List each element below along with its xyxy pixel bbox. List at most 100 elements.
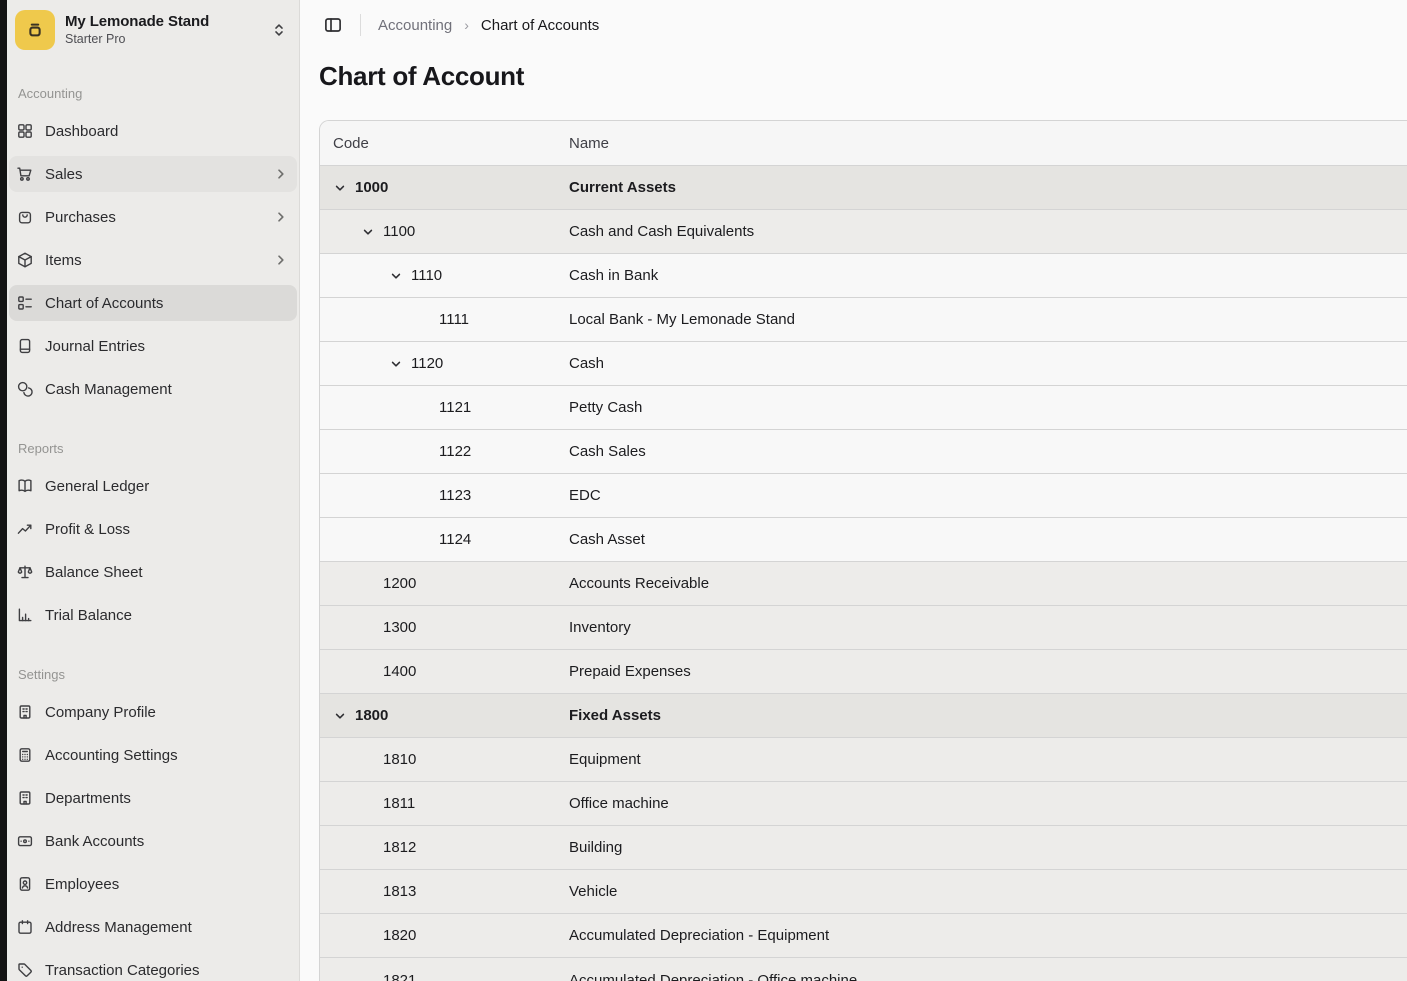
- account-code: 1111: [439, 311, 469, 328]
- account-name: Cash: [569, 355, 1407, 372]
- window-left-edge: [0, 0, 7, 981]
- package-icon: [16, 251, 34, 269]
- sidebar-item-departments[interactable]: Departments: [9, 780, 297, 816]
- sidebar-item-transaction-categories[interactable]: Transaction Categories: [9, 952, 297, 981]
- sidebar: My Lemonade Stand Starter Pro Accounting…: [7, 0, 300, 981]
- sidebar-item-label: Balance Sheet: [45, 564, 288, 581]
- account-code: 1800: [355, 707, 388, 724]
- main-content: Accounting › Chart of Accounts Chart of …: [300, 0, 1407, 981]
- sidebar-item-items[interactable]: Items: [9, 242, 297, 278]
- coins-icon: [16, 380, 34, 398]
- account-code: 1200: [383, 575, 416, 592]
- sidebar-item-purchases[interactable]: Purchases: [9, 199, 297, 235]
- table-row-1000[interactable]: 1000Current Assets: [320, 166, 1407, 210]
- table-row-1200[interactable]: 1200Accounts Receivable: [320, 562, 1407, 606]
- sidebar-item-label: Address Management: [45, 919, 288, 936]
- breadcrumb-current: Chart of Accounts: [481, 17, 599, 34]
- account-code: 1121: [439, 399, 471, 416]
- table-row-1123[interactable]: 1123 EDC: [320, 474, 1407, 518]
- account-code: 1124: [439, 531, 471, 548]
- section-label-accounting: Accounting: [9, 86, 297, 101]
- account-name: Inventory: [569, 619, 1407, 636]
- account-name: Cash Asset: [569, 531, 1407, 548]
- book-icon: [16, 337, 34, 355]
- account-code: 1122: [439, 443, 471, 460]
- column-header-code: Code: [320, 135, 569, 152]
- table-row-1121[interactable]: 1121 Petty Cash: [320, 386, 1407, 430]
- bar-chart-icon: [16, 606, 34, 624]
- sidebar-item-chart-of-accounts[interactable]: Chart of Accounts: [9, 285, 297, 321]
- table-row-1100[interactable]: 1100Cash and Cash Equivalents: [320, 210, 1407, 254]
- account-name: Building: [569, 839, 1407, 856]
- table-row-1124[interactable]: 1124 Cash Asset: [320, 518, 1407, 562]
- account-name: Petty Cash: [569, 399, 1407, 416]
- table-row-1821[interactable]: 1821Accumulated Depreciation - Office ma…: [320, 958, 1407, 981]
- workspace-switcher[interactable]: My Lemonade Stand Starter Pro: [9, 0, 297, 52]
- account-code: 1400: [383, 663, 416, 680]
- open-book-icon: [16, 477, 34, 495]
- account-name: EDC: [569, 487, 1407, 504]
- sidebar-item-address-management[interactable]: Address Management: [9, 909, 297, 945]
- chevron-right-icon: [274, 167, 288, 181]
- table-row-1110[interactable]: 1110 Cash in Bank: [320, 254, 1407, 298]
- table-row-1810[interactable]: 1810Equipment: [320, 738, 1407, 782]
- account-name: Office machine: [569, 795, 1407, 812]
- account-name: Equipment: [569, 751, 1407, 768]
- table-row-1813[interactable]: 1813Vehicle: [320, 870, 1407, 914]
- table-row-1122[interactable]: 1122Cash Sales: [320, 430, 1407, 474]
- account-code: 1110: [411, 267, 442, 284]
- sidebar-item-label: Bank Accounts: [45, 833, 288, 850]
- account-code: 1100: [383, 223, 415, 240]
- chevron-down-icon[interactable]: [333, 709, 355, 723]
- table-row-1812[interactable]: 1812Building: [320, 826, 1407, 870]
- sidebar-item-journal-entries[interactable]: Journal Entries: [9, 328, 297, 364]
- chevron-down-icon[interactable]: [361, 225, 383, 239]
- chevron-down-icon[interactable]: [333, 181, 355, 195]
- account-code: 1820: [383, 927, 416, 944]
- table-row-1811[interactable]: 1811Office machine: [320, 782, 1407, 826]
- section-label-reports: Reports: [9, 441, 297, 456]
- chevron-down-icon[interactable]: [389, 269, 411, 283]
- building-icon: [16, 789, 34, 807]
- id-badge-icon: [16, 875, 34, 893]
- account-code: 1000: [355, 179, 388, 196]
- sidebar-item-trial-balance[interactable]: Trial Balance: [9, 597, 297, 633]
- table-row-1111[interactable]: 1111Local Bank - My Lemonade Stand: [320, 298, 1407, 342]
- sidebar-item-employees[interactable]: Employees: [9, 866, 297, 902]
- sidebar-item-company-profile[interactable]: Company Profile: [9, 694, 297, 730]
- section-label-settings: Settings: [9, 667, 297, 682]
- breadcrumb-parent[interactable]: Accounting: [378, 17, 452, 34]
- tag-icon: [16, 961, 34, 979]
- table-row-1800[interactable]: 1800Fixed Assets: [320, 694, 1407, 738]
- sidebar-item-general-ledger[interactable]: General Ledger: [9, 468, 297, 504]
- sidebar-item-dashboard[interactable]: Dashboard: [9, 113, 297, 149]
- sidebar-item-bank-accounts[interactable]: Bank Accounts: [9, 823, 297, 859]
- workspace-plan: Starter Pro: [65, 32, 261, 46]
- table-row-1400[interactable]: 1400 Prepaid Expenses: [320, 650, 1407, 694]
- table-row-1820[interactable]: 1820 Accumulated Depreciation - Equipment: [320, 914, 1407, 958]
- sidebar-item-cash-management[interactable]: Cash Management: [9, 371, 297, 407]
- sidebar-nav: Accounting Dashboard Sales Purchases Items Ch…: [9, 86, 297, 981]
- sidebar-item-label: Employees: [45, 876, 288, 893]
- sidebar-item-profit-and-loss[interactable]: Profit & Loss: [9, 511, 297, 547]
- table-row-1300[interactable]: 1300Inventory: [320, 606, 1407, 650]
- chevron-down-icon[interactable]: [389, 357, 411, 371]
- sidebar-item-accounting-settings[interactable]: Accounting Settings: [9, 737, 297, 773]
- account-name: Cash in Bank: [569, 267, 1407, 284]
- sidebar-toggle-icon[interactable]: [323, 15, 343, 35]
- table-header: Code Name: [320, 121, 1407, 166]
- sidebar-item-sales[interactable]: Sales: [9, 156, 297, 192]
- sidebar-item-label: Purchases: [45, 209, 274, 226]
- chevron-up-down-icon[interactable]: [271, 22, 287, 38]
- dashboard-icon: [16, 122, 34, 140]
- sidebar-item-label: General Ledger: [45, 478, 288, 495]
- chevron-right-icon: [274, 253, 288, 267]
- account-name: Prepaid Expenses: [569, 663, 1407, 680]
- account-code: 1123: [439, 487, 471, 504]
- sidebar-item-label: Dashboard: [45, 123, 288, 140]
- sidebar-item-label: Chart of Accounts: [45, 295, 288, 312]
- account-name: Accumulated Depreciation - Equipment: [569, 927, 1407, 944]
- page-title: Chart of Account: [319, 58, 1407, 94]
- table-row-1120[interactable]: 1120Cash: [320, 342, 1407, 386]
- sidebar-item-balance-sheet[interactable]: Balance Sheet: [9, 554, 297, 590]
